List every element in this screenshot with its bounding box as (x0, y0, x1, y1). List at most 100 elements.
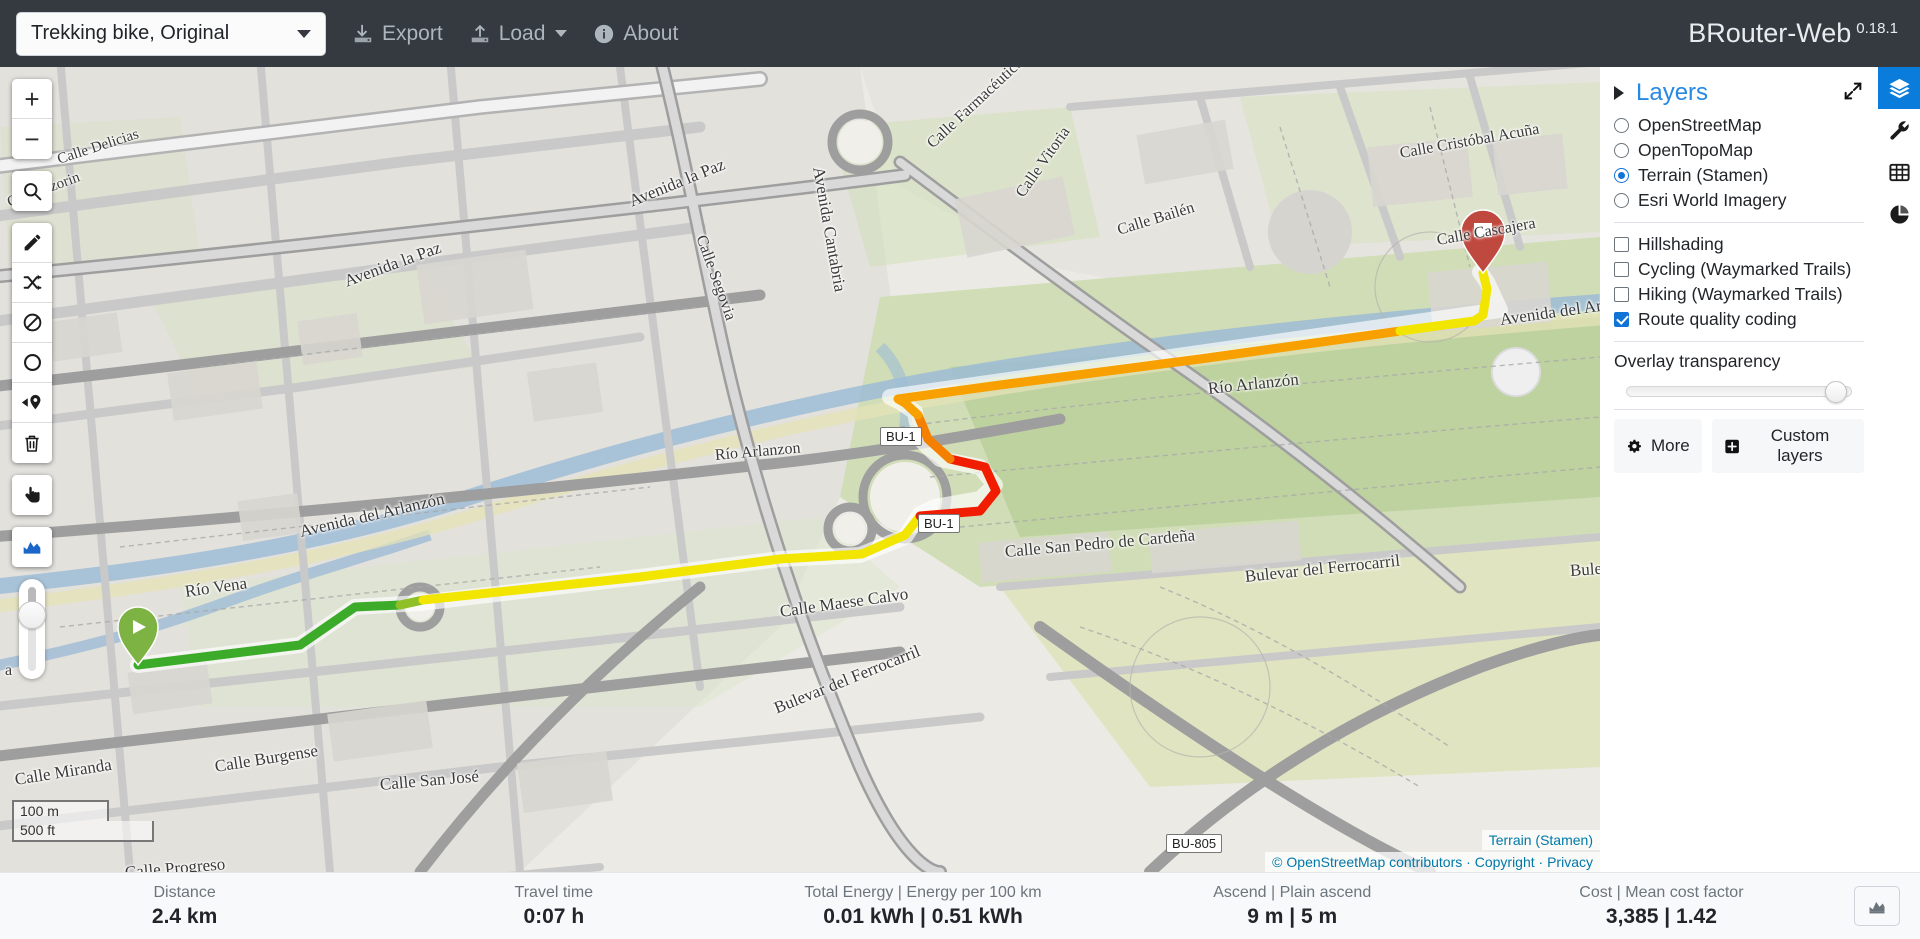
elevation-chart-button[interactable] (12, 527, 52, 567)
scale-metric: 100 m (12, 800, 109, 821)
road-shield: BU-1 (880, 427, 922, 446)
attribution-privacy-link[interactable]: Privacy (1547, 854, 1593, 870)
overlay-label: Hillshading (1638, 234, 1724, 254)
load-label: Load (498, 21, 546, 45)
app-header: Trekking bike, Original Export Load Abou… (0, 0, 1920, 67)
more-layers-label: More (1651, 436, 1690, 455)
stat-item: Total Energy | Energy per 100 km 0.01 kWh… (738, 884, 1107, 929)
overlay-option[interactable]: Hiking (Waymarked Trails) (1614, 282, 1864, 307)
area-chart-icon (1869, 901, 1885, 914)
wrench-icon (1889, 120, 1909, 140)
pencil-icon (24, 234, 40, 251)
export-button[interactable]: Export (352, 12, 443, 56)
overlay-label: Cycling (Waymarked Trails) (1638, 259, 1852, 279)
draw-route-button[interactable] (12, 223, 52, 263)
zoom-out-button[interactable]: − (12, 119, 52, 159)
base-layer-label: OpenStreetMap (1638, 115, 1762, 135)
expand-icon[interactable] (1842, 80, 1864, 107)
overlay-option[interactable]: Cycling (Waymarked Trails) (1614, 257, 1864, 282)
chevron-right-icon[interactable] (1614, 86, 1624, 100)
radio-button[interactable] (1614, 143, 1629, 158)
download-icon (354, 24, 372, 42)
more-layers-button[interactable]: More (1614, 419, 1702, 473)
base-layer-label: OpenTopoMap (1638, 140, 1753, 160)
road-shield: BU-1 (918, 514, 960, 533)
attribution-separator-1: · (1462, 854, 1475, 870)
custom-layers-button[interactable]: Custom layers (1711, 419, 1864, 473)
delete-route-button[interactable] (12, 423, 52, 463)
radio-button[interactable] (1614, 118, 1629, 133)
checkbox[interactable] (1614, 312, 1629, 327)
about-button[interactable]: About (593, 12, 678, 56)
load-button[interactable]: Load (469, 12, 568, 56)
rail-stats-button[interactable] (1878, 193, 1920, 235)
brouter-web-app: Trekking bike, Original Export Load Abou… (0, 0, 1920, 939)
stat-value: 2.4 km (151, 904, 218, 928)
stat-label: Cost | Mean cost factor (1579, 883, 1744, 901)
minus-icon: − (24, 124, 40, 154)
scale-imperial: 500 ft (12, 821, 154, 842)
base-layer-option[interactable]: OpenStreetMap (1614, 113, 1864, 138)
attribution-osm-link[interactable]: OpenStreetMap contributors (1286, 854, 1462, 870)
search-icon (23, 182, 41, 200)
elevation-profile-toggle-button[interactable] (1854, 886, 1901, 926)
circle-icon (23, 354, 41, 371)
base-layer-option[interactable]: Terrain (Stamen) (1614, 163, 1864, 188)
overlay-layer-list: Hillshading Cycling (Waymarked Trails) Hik… (1614, 232, 1864, 332)
attribution-separator-2: · (1534, 854, 1548, 870)
scale-bar: 100 m 500 ft (12, 800, 154, 842)
pie-chart-icon (1889, 204, 1909, 224)
rail-layers-button[interactable] (1878, 67, 1920, 109)
radio-button[interactable] (1614, 168, 1629, 183)
no-entry-icon (23, 313, 41, 332)
zoom-slider[interactable] (18, 579, 46, 679)
attribution-copyright-symbol: © (1272, 854, 1287, 870)
pointer-button[interactable] (12, 475, 52, 515)
checkbox[interactable] (1614, 262, 1629, 277)
stat-item: Travel time 0:07 h (369, 884, 738, 929)
elevation-group (12, 527, 52, 567)
zoom-slider-handle[interactable] (18, 601, 46, 629)
map-attribution: © OpenStreetMap contributors · Copyright… (1265, 852, 1600, 872)
base-layer-option[interactable]: OpenTopoMap (1614, 138, 1864, 163)
radio-button[interactable] (1614, 193, 1629, 208)
map-tiles (0, 67, 1600, 872)
overlay-option[interactable]: Route quality coding (1614, 307, 1864, 332)
layers-panel-title[interactable]: Layers (1636, 79, 1708, 107)
export-label: Export (382, 21, 443, 45)
layers-panel-buttons: More Custom layers (1614, 419, 1864, 473)
reverse-route-button[interactable] (12, 263, 52, 303)
overlay-transparency-slider[interactable] (1626, 381, 1852, 403)
overlay-label: Route quality coding (1638, 309, 1797, 329)
overlay-option[interactable]: Hillshading (1614, 232, 1864, 257)
zoom-in-button[interactable]: + (12, 79, 52, 119)
base-layer-list: OpenStreetMap OpenTopoMap Terrain (Stamen)… (1614, 113, 1864, 213)
stat-item: Cost | Mean cost factor 3,385 | 1.42 (1477, 884, 1846, 929)
layers-icon (1888, 78, 1910, 98)
stat-value: 0.01 kWh | 0.51 kWh (823, 904, 1023, 928)
waypoint-button[interactable] (12, 383, 52, 423)
panel-divider-2 (1614, 341, 1864, 342)
search-button[interactable] (12, 171, 52, 211)
layers-panel: Layers OpenStreetMap OpenTopoMap Terrain (… (1600, 67, 1878, 872)
base-layer-option[interactable]: Esri World Imagery (1614, 188, 1864, 213)
nogo-area-button[interactable] (12, 303, 52, 343)
circle-nogo-button[interactable] (12, 343, 52, 383)
route-tools-group (12, 223, 52, 463)
stat-value: 0:07 h (523, 904, 585, 928)
rail-data-button[interactable] (1878, 151, 1920, 193)
trash-icon (25, 435, 39, 452)
overlay-label: Hiking (Waymarked Trails) (1638, 284, 1843, 304)
map-container[interactable]: Calle DeliciasCalle AzorinAvenida la Paz… (0, 67, 1600, 872)
app-version: 0.18.1 (1856, 20, 1898, 37)
rail-settings-button[interactable] (1878, 109, 1920, 151)
attribution-copyright-link[interactable]: Copyright (1475, 854, 1535, 870)
routing-profile-select[interactable]: Trekking bike, Original (16, 11, 326, 56)
transparency-slider-track (1626, 386, 1852, 397)
stat-item: Distance 2.4 km (0, 884, 369, 929)
sidebar-rail (1878, 67, 1920, 872)
map-pin-icon (21, 394, 41, 410)
transparency-slider-handle[interactable] (1825, 381, 1848, 403)
checkbox[interactable] (1614, 237, 1629, 252)
checkbox[interactable] (1614, 287, 1629, 302)
